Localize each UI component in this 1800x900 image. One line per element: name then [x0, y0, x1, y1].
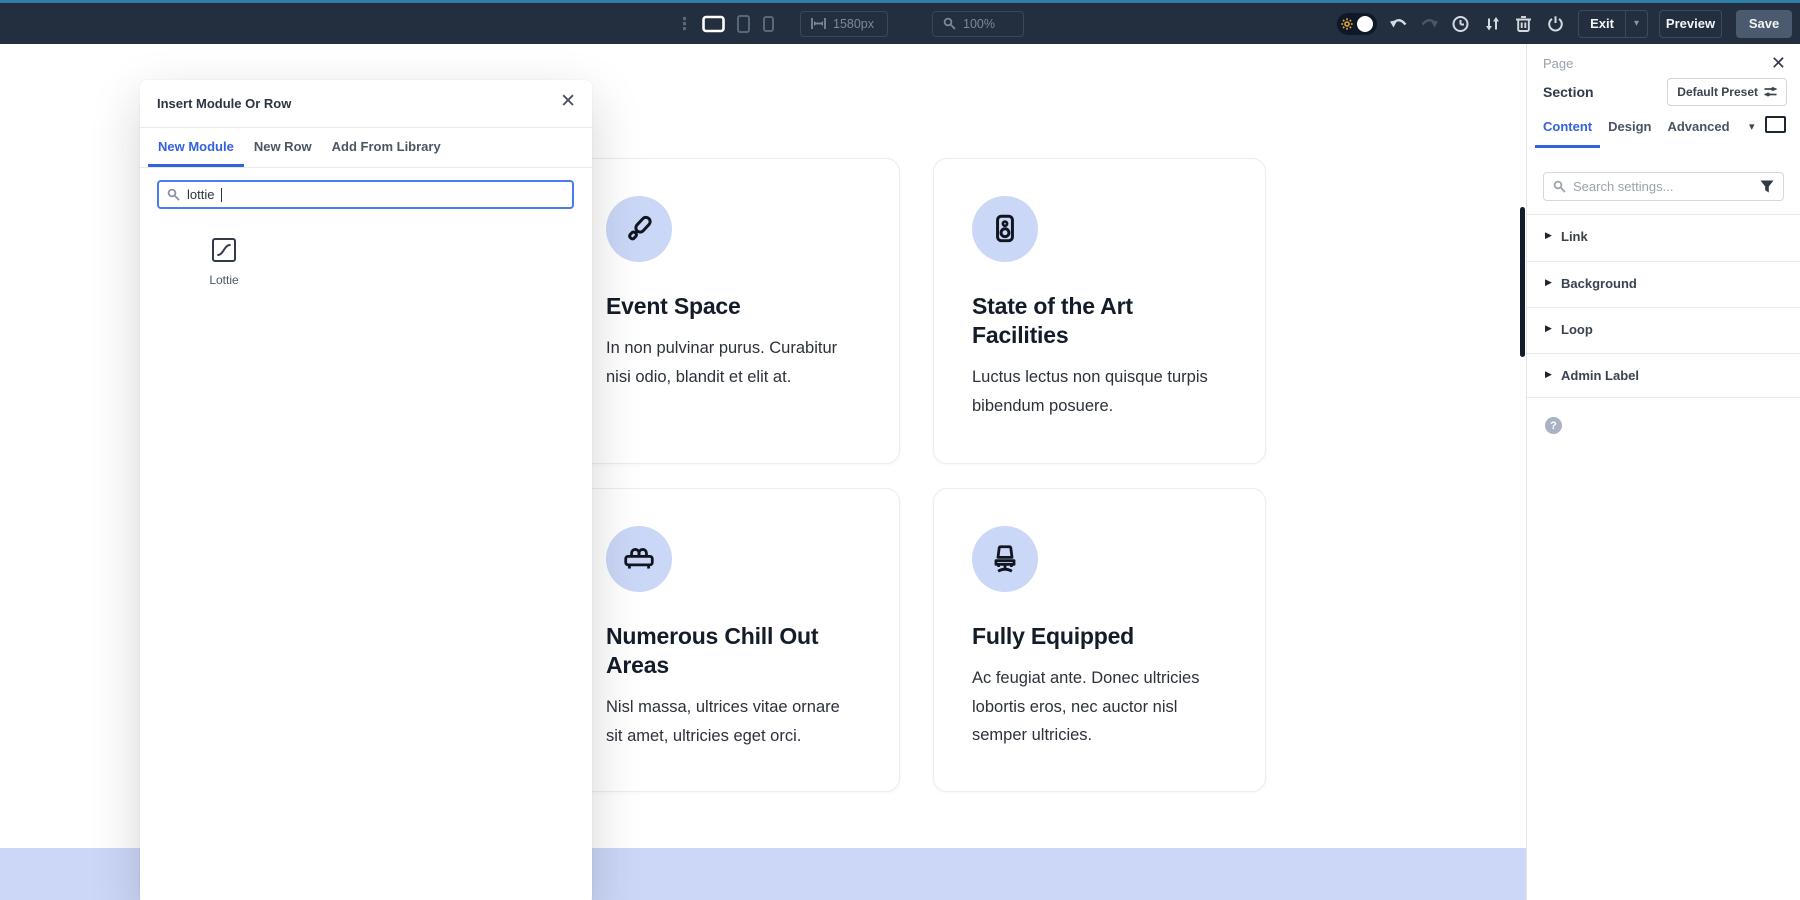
tab-design[interactable]: Design — [1600, 108, 1659, 148]
module-search-input[interactable]: lottie — [157, 180, 574, 209]
sort-updown-icon[interactable] — [1484, 16, 1501, 31]
accordion-loop[interactable]: ▶ Loop — [1527, 308, 1800, 354]
card-body: Nisl massa, ultrices vitae ornare sit am… — [606, 693, 859, 750]
chair-icon — [972, 526, 1038, 592]
modal-title: Insert Module Or Row — [157, 96, 291, 111]
redo-icon[interactable] — [1421, 17, 1438, 30]
module-item-label: Lottie — [176, 273, 272, 287]
feature-card-facilities: State of the Art Facilities Luctus lectu… — [933, 158, 1266, 464]
card-title: Numerous Chill Out Areas — [606, 622, 859, 680]
width-arrows-icon — [811, 17, 826, 30]
gear-icon — [1341, 18, 1353, 30]
module-item-lottie[interactable]: Lottie — [176, 238, 272, 287]
card-title: Event Space — [606, 292, 859, 321]
card-title: Fully Equipped — [972, 622, 1225, 651]
power-icon[interactable] — [1547, 15, 1564, 32]
modal-tabs: New Module New Row Add From Library — [140, 128, 592, 168]
divider — [1527, 397, 1800, 398]
help-icon[interactable]: ? — [1545, 417, 1562, 434]
card-body: Ac feugiat ante. Donec ultricies loborti… — [972, 664, 1225, 750]
save-button[interactable]: Save — [1736, 10, 1792, 38]
sidebar-title: Section — [1543, 84, 1594, 100]
exit-button-group: Exit ▾ — [1578, 10, 1648, 38]
accordion-arrow-icon: ▶ — [1545, 277, 1552, 288]
feature-card-fully-equipped: Fully Equipped Ac feugiat ante. Donec ul… — [933, 488, 1266, 792]
overflow-menu-icon[interactable]: ⋮ — [676, 15, 693, 32]
divi-builder-app: ⋮ 1580px 100% Exit ▾ Preview Save — [0, 0, 1800, 900]
sofa-icon — [606, 526, 672, 592]
wireframe-view-icon[interactable] — [1765, 116, 1786, 133]
accordion-arrow-icon: ▶ — [1545, 323, 1552, 334]
breadcrumb-page[interactable]: Page — [1543, 56, 1573, 71]
feature-card-chill-out: Numerous Chill Out Areas Nisl massa, ult… — [567, 488, 900, 792]
sidebar-close-icon[interactable]: ✕ — [1771, 54, 1786, 72]
accordion-admin-label[interactable]: ▶ Admin Label — [1527, 354, 1800, 400]
builder-toolbar: ⋮ 1580px 100% Exit ▾ Preview Save — [0, 0, 1800, 44]
preview-button[interactable]: Preview — [1659, 10, 1722, 38]
tab-add-from-library[interactable]: Add From Library — [322, 128, 451, 167]
modal-close-icon[interactable]: ✕ — [560, 92, 576, 111]
lottie-icon — [212, 238, 236, 262]
phone-view-icon[interactable] — [763, 16, 774, 32]
modal-header: Insert Module Or Row ✕ — [140, 80, 592, 128]
speaker-icon — [972, 196, 1038, 262]
tab-new-row[interactable]: New Row — [244, 128, 322, 167]
tab-new-module[interactable]: New Module — [148, 128, 244, 167]
history-clock-icon[interactable] — [1452, 15, 1469, 32]
exit-button[interactable]: Exit — [1579, 16, 1625, 31]
canvas-width-field[interactable]: 1580px — [800, 11, 888, 37]
default-preset-button[interactable]: Default Preset — [1667, 78, 1787, 106]
card-title: State of the Art Facilities — [972, 292, 1225, 350]
microphone-icon — [606, 196, 672, 262]
accordion-background[interactable]: ▶ Background — [1527, 262, 1800, 308]
accordion-arrow-icon: ▶ — [1545, 230, 1552, 241]
settings-search-placeholder: Search settings... — [1573, 179, 1753, 194]
zoom-value: 100% — [963, 17, 995, 31]
search-icon — [1553, 180, 1566, 193]
search-icon — [167, 188, 180, 201]
view-caret-icon[interactable]: ▾ — [1749, 122, 1755, 133]
text-caret — [221, 188, 222, 202]
card-body: Luctus lectus non quisque turpis bibendu… — [972, 363, 1225, 420]
undo-icon[interactable] — [1390, 17, 1407, 30]
settings-search-input[interactable]: Search settings... — [1543, 172, 1784, 201]
desktop-view-icon[interactable] — [702, 15, 725, 32]
feature-card-event-space: Event Space In non pulvinar purus. Curab… — [567, 158, 900, 464]
tab-advanced[interactable]: Advanced — [1659, 108, 1737, 148]
tab-content[interactable]: Content — [1535, 108, 1600, 148]
canvas-width-value: 1580px — [833, 17, 874, 31]
filter-funnel-icon[interactable] — [1760, 180, 1774, 193]
zoom-field[interactable]: 100% — [932, 11, 1024, 37]
settings-sidebar: Page ✕ Section Default Preset Content De… — [1527, 44, 1800, 900]
card-body: In non pulvinar purus. Curabitur nisi od… — [606, 334, 859, 391]
tablet-view-icon[interactable] — [737, 15, 750, 33]
canvas-scrollbar[interactable] — [1520, 207, 1525, 357]
toggle-knob — [1357, 16, 1373, 32]
module-search-value: lottie — [187, 187, 214, 202]
trash-icon[interactable] — [1515, 15, 1532, 32]
accordion-link[interactable]: ▶ Link — [1527, 215, 1800, 261]
zoom-magnifier-icon — [943, 17, 956, 30]
insert-module-modal: Insert Module Or Row ✕ New Module New Ro… — [140, 80, 592, 900]
exit-caret-icon[interactable]: ▾ — [1626, 18, 1647, 29]
accordion-arrow-icon: ▶ — [1545, 369, 1552, 380]
sidebar-tabs: Content Design Advanced — [1535, 108, 1738, 148]
interaction-mode-toggle[interactable] — [1337, 13, 1377, 35]
preset-sliders-icon — [1764, 86, 1777, 98]
